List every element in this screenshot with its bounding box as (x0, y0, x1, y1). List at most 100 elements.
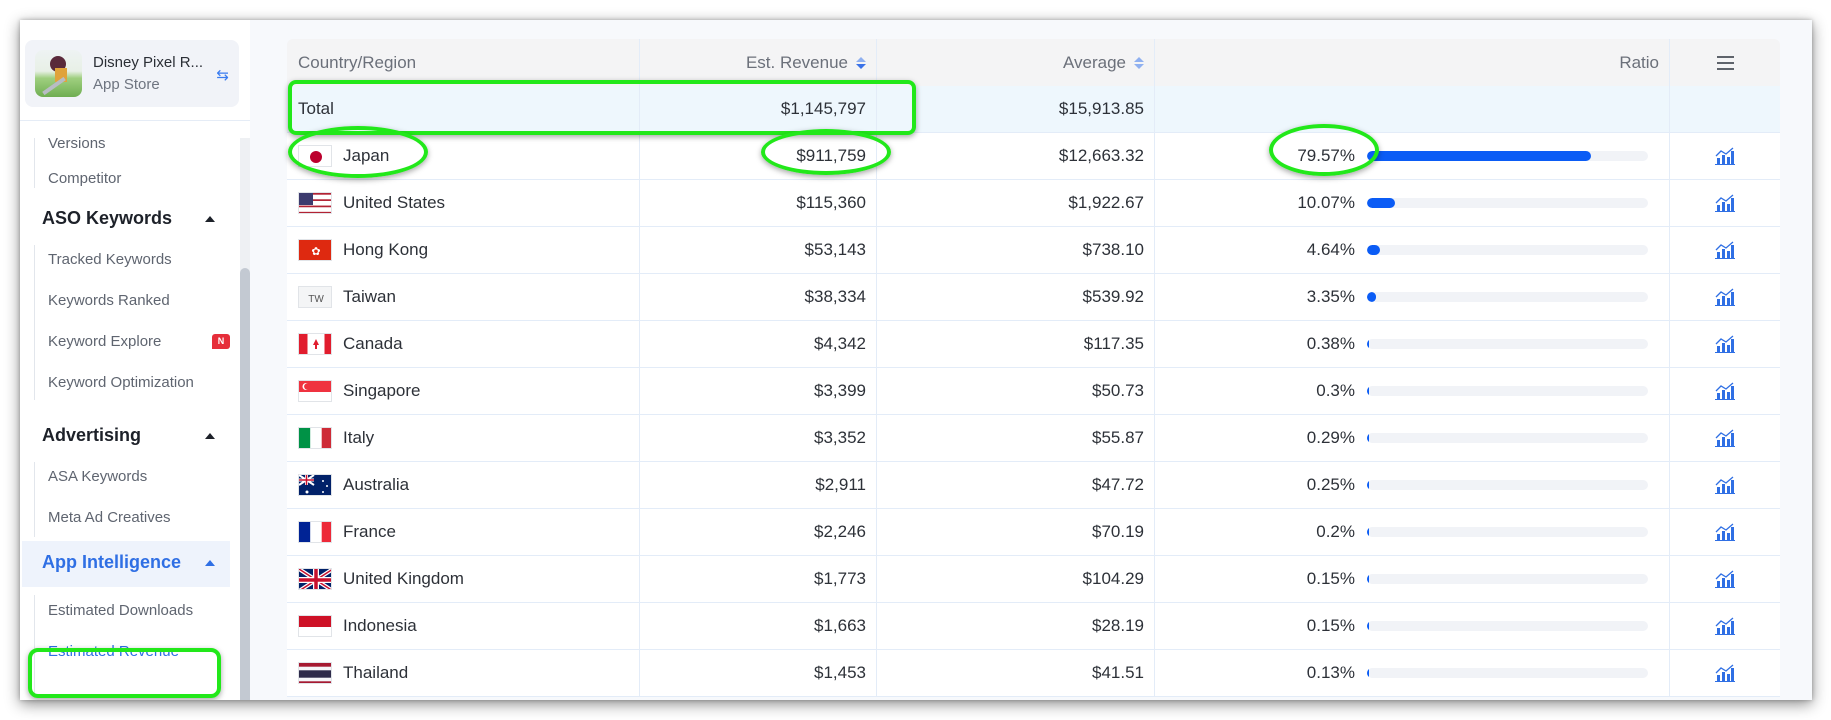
revenue-value: $38,334 (804, 287, 866, 306)
ratio-bar-fill (1367, 339, 1369, 349)
column-menu-button[interactable] (1670, 39, 1780, 86)
trend-chart-icon[interactable] (1715, 382, 1735, 400)
trend-chart-icon[interactable] (1715, 523, 1735, 541)
ratio-value: 10.07% (1297, 193, 1355, 212)
sidebar-item-meta-ad-creatives[interactable]: Meta Ad Creatives (48, 509, 171, 526)
trend-button[interactable] (1670, 368, 1780, 414)
revenue-value: $3,352 (814, 428, 866, 447)
sidebar-item-versions[interactable]: Versions (48, 135, 106, 152)
ratio-value: 79.57% (1297, 146, 1355, 165)
ratio-value: 4.64% (1306, 240, 1355, 259)
trend-chart-icon[interactable] (1715, 664, 1735, 682)
sidebar-item-keyword-explore[interactable]: Keyword Explore (48, 333, 161, 350)
ratio-cell: 4.64% (1155, 227, 1670, 273)
caret-up-icon[interactable] (205, 560, 215, 566)
flag-hk-icon: ✿ (298, 239, 332, 261)
sidebar-item-estimated-revenue[interactable]: Estimated Revenue (48, 643, 179, 660)
ratio-cell: 0.15% (1155, 603, 1670, 649)
trend-button[interactable] (1670, 556, 1780, 602)
ratio-value: 0.38% (1306, 334, 1355, 353)
trend-chart-icon[interactable] (1715, 476, 1735, 494)
average-value: $539.92 (1082, 287, 1144, 306)
ratio-value: 0.15% (1306, 569, 1355, 588)
header-ratio-label: Ratio (1619, 52, 1659, 72)
trend-chart-icon[interactable] (1715, 335, 1735, 353)
trend-chart-icon[interactable] (1715, 241, 1735, 259)
trend-button[interactable] (1670, 227, 1780, 273)
trend-button[interactable] (1670, 603, 1780, 649)
main-content: Country/Region Est. Revenue Average Rati… (250, 20, 1812, 700)
trend-button[interactable] (1670, 462, 1780, 508)
ratio-cell: 0.25% (1155, 462, 1670, 508)
flag-gb-icon (298, 568, 332, 590)
caret-up-icon[interactable] (205, 433, 215, 439)
revenue-value: $3,399 (814, 381, 866, 400)
country-name: Thailand (343, 663, 409, 682)
average-cell: $539.92 (877, 274, 1155, 320)
revenue-value: $2,246 (814, 522, 866, 541)
trend-chart-icon[interactable] (1715, 429, 1735, 447)
sidebar-item-keywords-ranked[interactable]: Keywords Ranked (48, 292, 170, 309)
revenue-cell: $3,352 (640, 415, 877, 461)
table-row: Australia $2,911 $47.72 0.25% (287, 462, 1780, 509)
ratio-bar-track (1367, 339, 1648, 349)
average-value: $47.72 (1092, 475, 1144, 494)
trend-chart-icon[interactable] (1715, 570, 1735, 588)
trend-chart-icon[interactable] (1715, 147, 1735, 165)
trend-button[interactable] (1670, 650, 1780, 696)
app-store-label: App Store (93, 76, 160, 93)
hamburger-menu-icon[interactable] (1716, 55, 1734, 70)
ratio-cell: 0.2% (1155, 509, 1670, 555)
country-cell: France (287, 509, 640, 555)
header-est-revenue[interactable]: Est. Revenue (640, 39, 877, 86)
table-row: Thailand $1,453 $41.51 0.13% (287, 650, 1780, 697)
total-revenue: $1,145,797 (780, 99, 866, 118)
app-selector[interactable]: Disney Pixel R... App Store ⇆ (25, 40, 239, 107)
header-country: Country/Region (287, 39, 640, 86)
trend-chart-icon[interactable] (1715, 617, 1735, 635)
ratio-bar-fill (1367, 480, 1369, 490)
trend-button[interactable] (1670, 415, 1780, 461)
ratio-bar-track (1367, 198, 1648, 208)
country-cell: Italy (287, 415, 640, 461)
sidebar-scrollbar-thumb[interactable] (240, 268, 250, 700)
country-name: Italy (343, 428, 375, 447)
sort-icon[interactable] (856, 56, 866, 69)
sidebar-group-advertising[interactable]: Advertising (42, 425, 141, 446)
sort-icon[interactable] (1134, 56, 1144, 69)
trend-button[interactable] (1670, 274, 1780, 320)
sidebar-item-asa-keywords[interactable]: ASA Keywords (48, 468, 147, 485)
total-average: $15,913.85 (1058, 99, 1144, 118)
trend-button[interactable] (1670, 509, 1780, 555)
flag-th-icon (298, 662, 332, 684)
trend-chart-icon[interactable] (1715, 288, 1735, 306)
new-badge: N (212, 334, 230, 349)
header-average[interactable]: Average (877, 39, 1155, 86)
trend-button[interactable] (1670, 321, 1780, 367)
revenue-cell: $2,911 (640, 462, 877, 508)
country-cell: Japan (287, 133, 640, 179)
sidebar-item-estimated-downloads[interactable]: Estimated Downloads (48, 602, 193, 619)
trend-button[interactable] (1670, 133, 1780, 179)
sidebar-item-tracked-keywords[interactable]: Tracked Keywords (48, 251, 172, 268)
trend-chart-icon[interactable] (1715, 194, 1735, 212)
sidebar-group-app-intelligence[interactable]: App Intelligence (42, 552, 181, 573)
sidebar-group-aso-keywords[interactable]: ASO Keywords (42, 208, 172, 229)
caret-up-icon[interactable] (205, 216, 215, 222)
ratio-cell: 79.57% (1155, 133, 1670, 179)
ratio-value: 0.29% (1306, 428, 1355, 447)
ratio-bar-track (1367, 621, 1648, 631)
sidebar-item-competitor[interactable]: Competitor (48, 170, 121, 187)
trend-button[interactable] (1670, 180, 1780, 226)
revenue-cell: $115,360 (640, 180, 877, 226)
sidebar-scrollbar[interactable] (240, 138, 250, 700)
ratio-cell: 10.07% (1155, 180, 1670, 226)
table-row: ✿ Hong Kong $53,143 $738.10 4.64% (287, 227, 1780, 274)
flag-tw-icon: TW (298, 286, 332, 308)
sidebar-item-keyword-optimization[interactable]: Keyword Optimization (48, 374, 194, 391)
ratio-bar-track (1367, 480, 1648, 490)
revenue-cell: $38,334 (640, 274, 877, 320)
swap-arrows-icon[interactable]: ⇆ (216, 66, 229, 84)
revenue-cell: $53,143 (640, 227, 877, 273)
ratio-bar-fill (1367, 527, 1369, 537)
